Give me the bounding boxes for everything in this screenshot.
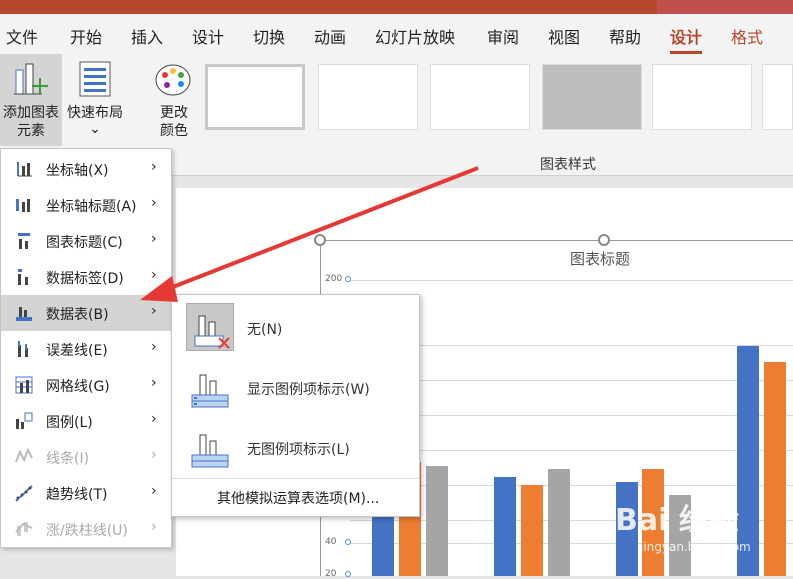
baidu-watermark: Bai 经验 [615,503,739,538]
annotation-arrow [140,166,479,302]
baidu-watermark-url: jingyan.baidu.com [640,540,751,554]
